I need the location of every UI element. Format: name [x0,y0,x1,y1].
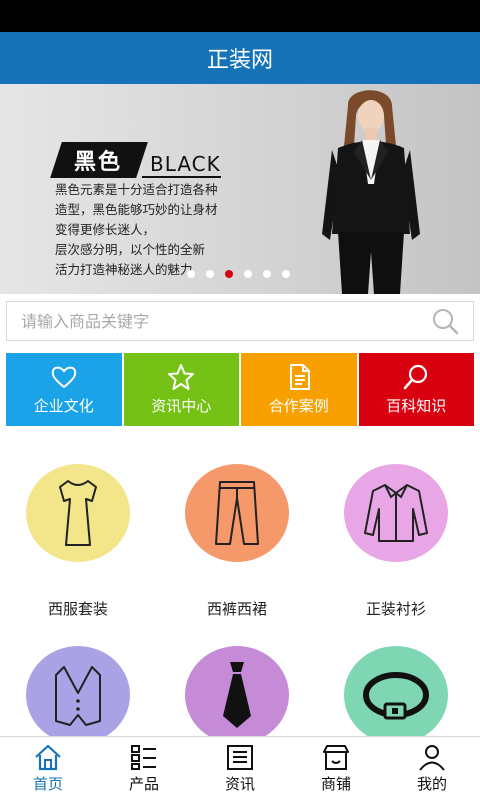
category-grid: 西服套装 西裤西裙 正装衬衫 [0,448,480,744]
banner-line: 层次感分明，以个性的全新 [55,242,206,257]
tile-label: 资讯中心 [151,397,212,415]
bottom-tab-bar: 首页 产品 资讯 商铺 我的 [0,736,480,800]
carousel-dot[interactable] [244,270,252,278]
status-bar [0,0,480,32]
carousel-dot[interactable] [263,270,271,278]
tab-mine[interactable]: 我的 [384,737,480,800]
search-icon [403,364,428,390]
banner-tag: 黑色 BLACK [50,142,221,178]
tie-icon [223,662,251,728]
category-circle [185,646,289,744]
carousel-dot-active[interactable] [225,270,233,278]
store-icon [323,745,349,770]
banner-tag-en: BLACK [142,152,221,178]
category-circle [344,464,448,562]
category-circle [344,646,448,744]
model-illustration [322,90,420,294]
category-belts[interactable] [326,646,466,744]
category-ties[interactable] [167,646,307,744]
category-label: 西服套装 [47,600,108,618]
category-suits[interactable]: 西服套装 [8,464,148,619]
page-title: 正装网 [206,48,273,73]
carousel-dot[interactable] [282,270,290,278]
category-trousers[interactable]: 西裤西裙 [167,464,307,619]
belt-icon [363,672,429,720]
tile-news-center[interactable]: 资讯中心 [123,353,239,426]
category-label: 西裤西裙 [206,600,267,618]
tab-label: 我的 [416,775,447,793]
banner-line: 造型，黑色能够巧妙的让身材 [55,202,218,217]
tab-label: 商铺 [320,775,351,793]
user-icon [419,745,445,771]
category-vests[interactable] [8,646,148,744]
tab-news[interactable]: 资讯 [192,737,288,800]
tile-cases[interactable]: 合作案例 [241,353,357,426]
banner-line: 黑色元素是十分适合打造各种 [55,182,218,197]
tab-label: 资讯 [224,775,255,793]
dress-icon [59,480,97,546]
search-icon[interactable] [431,307,459,335]
list-icon [131,745,156,770]
tab-home[interactable]: 首页 [0,737,96,800]
category-shirts[interactable]: 正装衬衫 [326,464,466,619]
app-header: 正装网 [0,32,480,84]
tile-label: 合作案例 [268,397,329,415]
tab-products[interactable]: 产品 [96,737,192,800]
banner-line: 变得更修长迷人， [55,222,156,237]
star-icon [168,364,195,390]
tile-encyclopedia[interactable]: 百科知识 [358,353,474,426]
trousers-icon [215,481,259,545]
quick-nav: 企业文化 资讯中心 合作案例 百科知识 [6,353,474,426]
heart-icon [51,366,76,389]
tab-stores[interactable]: 商铺 [288,737,384,800]
category-circle [26,464,130,562]
carousel-dot[interactable] [206,270,214,278]
vest-icon [55,666,101,726]
banner-tag-cn-box: 黑色 [50,142,148,178]
banner-text: 黑色元素是十分适合打造各种 造型，黑色能够巧妙的让身材 变得更修长迷人， 层次感… [55,180,235,280]
carousel-dot[interactable] [187,270,195,278]
banner-tag-cn: 黑色 [74,150,123,175]
banner-carousel[interactable]: 黑色 BLACK 黑色元素是十分适合打造各种 造型，黑色能够巧妙的让身材 变得更… [0,84,480,294]
carousel-dots [187,270,290,278]
tab-label: 产品 [128,775,159,793]
category-circle [26,646,130,744]
document-icon [289,364,310,390]
tile-label: 百科知识 [386,397,447,415]
news-icon [227,745,253,770]
category-circle [185,464,289,562]
search-bar [6,301,474,341]
tile-label: 企业文化 [33,397,94,415]
shirt-icon [364,484,428,542]
category-label: 正装衬衫 [365,600,426,618]
home-icon [35,744,61,771]
tab-label: 首页 [32,775,63,793]
search-input[interactable] [21,311,431,331]
tile-company-culture[interactable]: 企业文化 [6,353,122,426]
